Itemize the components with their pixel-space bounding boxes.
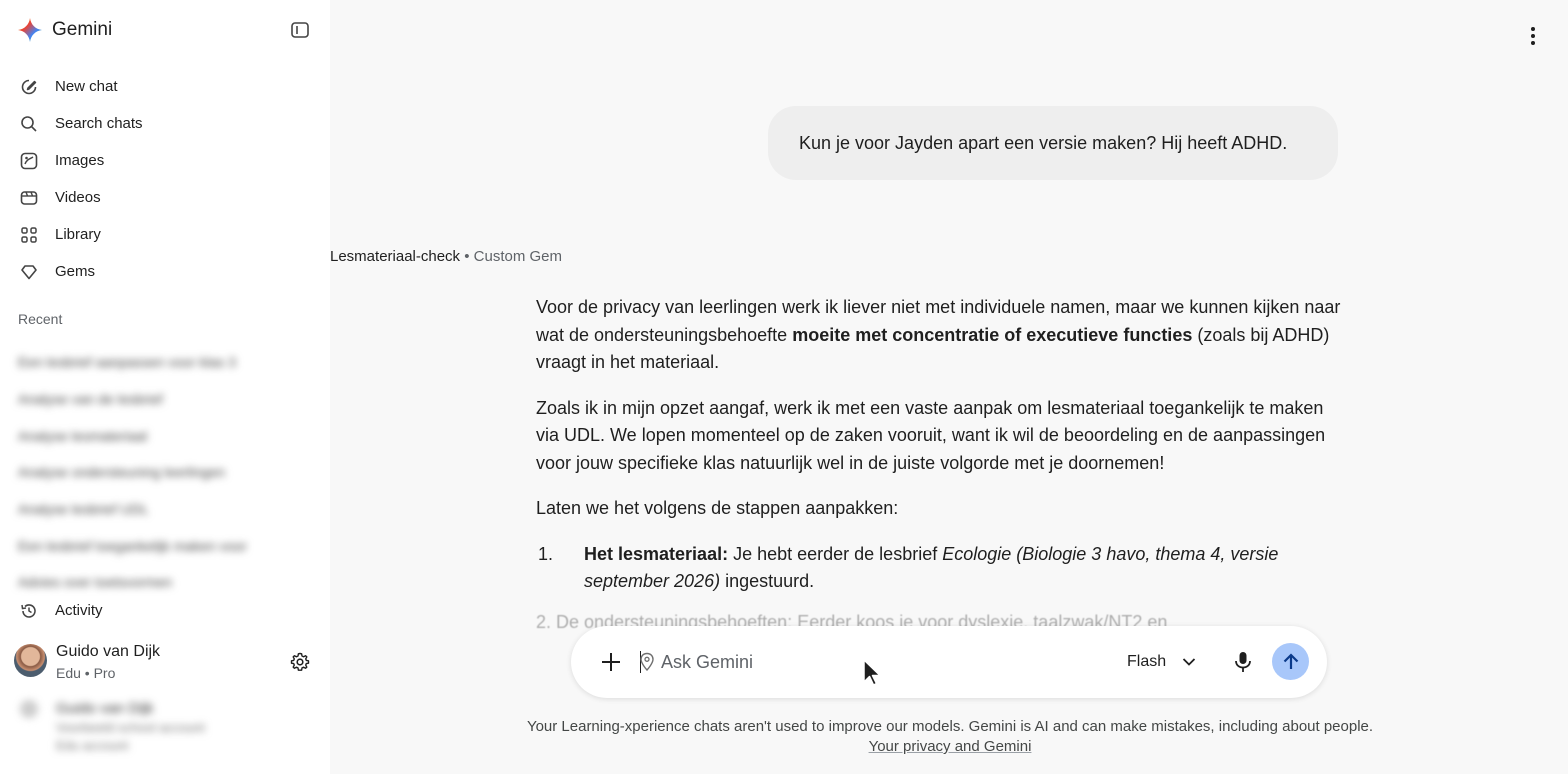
sidebar-item-activity[interactable]: Activity (0, 592, 330, 629)
response-paragraph: Laten we het volgens de stappen aanpakke… (536, 498, 899, 518)
account-profile[interactable]: Guido van Dijk Edu • Pro (14, 643, 314, 681)
recent-heading: Recent (18, 311, 63, 327)
blurred-line: Edu account (56, 738, 129, 753)
recent-chat-item[interactable]: Een lesbrief toegankelijk maken voor (18, 527, 308, 564)
disclaimer: Your Learning-xperience chats aren't use… (330, 717, 1568, 757)
location-pin-icon (640, 652, 654, 672)
sidebar-item-label: Activity (55, 602, 103, 619)
settings-button[interactable] (290, 652, 310, 672)
sidebar-item-label: Gems (55, 263, 96, 280)
recent-chat-item[interactable]: Analyse lesbrief UDL (18, 491, 308, 528)
gemini-logo-icon (18, 18, 42, 42)
more-options-button[interactable] (1522, 24, 1544, 48)
mouse-cursor-icon (863, 659, 881, 686)
list-item-text: Je hebt eerder de lesbrief (728, 543, 943, 564)
grid-icon (20, 226, 38, 244)
sidebar-item-library[interactable]: Library (0, 216, 330, 253)
sidebar-toggle-icon (291, 22, 309, 38)
sidebar-item-new-chat[interactable]: New chat (0, 68, 330, 105)
composer: Flash (571, 626, 1327, 698)
pencil-icon (20, 78, 38, 96)
microphone-button[interactable] (1232, 650, 1254, 674)
chevron-down-icon (1182, 658, 1196, 666)
disclaimer-text: Your Learning-xperience chats aren't use… (526, 718, 1374, 735)
recent-chat-item[interactable]: Analyse lesmateriaal (18, 417, 308, 454)
recent-chat-item[interactable]: Een lesbrief aanpassen voor klas 3 (18, 344, 308, 381)
search-icon (20, 115, 38, 133)
gem-name: Lesmateriaal-check (330, 248, 461, 265)
gem-label: Lesmateriaal-check • Custom Gem (330, 248, 562, 265)
sidebar-item-videos[interactable]: Videos (0, 179, 330, 216)
user-message-bubble: Kun je voor Jayden apart een versie make… (768, 106, 1338, 180)
user-message-text: Kun je voor Jayden apart een versie make… (799, 132, 1288, 153)
image-icon (20, 152, 38, 170)
video-icon (20, 189, 38, 207)
sidebar-item-label: Search chats (55, 115, 143, 132)
blurred-account-card: Guido van Dijk Voorbeeld school account … (14, 694, 314, 754)
gem-separator: • (464, 248, 470, 265)
sidebar-toggle-button[interactable] (289, 20, 311, 40)
response-paragraph: Zoals ik in mijn opzet aangaf, werk ik m… (536, 397, 1326, 473)
arrow-up-icon (1283, 652, 1298, 669)
sidebar-item-images[interactable]: Images (0, 142, 330, 179)
list-item: 1. Het lesmateriaal: Je hebt eerder de le… (536, 541, 1342, 596)
gem-icon (20, 263, 38, 281)
response-paragraph: Voor de privacy van leerlingen werk ik l… (536, 294, 1342, 377)
response-bold-text: moeite met concentratie of executieve fu… (792, 324, 1193, 345)
send-button[interactable] (1272, 643, 1309, 680)
gear-icon (290, 652, 310, 671)
sidebar-item-label: Library (55, 226, 101, 243)
brand[interactable]: Gemini (18, 18, 112, 42)
add-attachment-button[interactable] (599, 650, 623, 674)
sidebar: Gemini New chat Search chats Images Vide… (0, 0, 330, 774)
response-list: 1. Het lesmateriaal: Je hebt eerder de le… (536, 541, 1342, 596)
sidebar-nav: New chat Search chats Images Videos Libr… (0, 68, 330, 290)
recent-chat-item[interactable]: Analyse van de lesbrief (18, 381, 308, 418)
blurred-avatar (20, 700, 38, 718)
plus-icon (602, 653, 620, 671)
list-number: 1. (538, 543, 554, 564)
profile-name: Guido van Dijk (56, 643, 161, 660)
blurred-line: Voorbeeld school account (56, 720, 205, 735)
microphone-icon (1235, 652, 1251, 672)
sidebar-item-label: Images (55, 152, 105, 169)
recent-chats-list: Een lesbrief aanpassen voor klas 3 Analy… (18, 344, 308, 601)
profile-subtitle: Edu • Pro (56, 665, 116, 681)
app-title: Gemini (52, 19, 113, 40)
list-item-text: ingestuurd. (720, 571, 815, 591)
more-vert-icon (1531, 27, 1535, 45)
sidebar-item-gems[interactable]: Gems (0, 253, 330, 290)
model-label: Flash (1127, 653, 1167, 670)
recent-chat-item[interactable]: Analyse ondersteuning leerlingen (18, 454, 308, 491)
gem-type: Custom Gem (473, 248, 563, 265)
history-icon (20, 602, 38, 620)
avatar (14, 644, 47, 677)
list-item-bold: Het lesmateriaal: (584, 543, 729, 564)
sidebar-item-label: Videos (55, 189, 101, 206)
sidebar-item-search-chats[interactable]: Search chats (0, 105, 330, 142)
blurred-line: Guido van Dijk (56, 700, 154, 717)
sidebar-item-label: New chat (55, 78, 118, 95)
model-selector[interactable]: Flash (1127, 650, 1196, 674)
privacy-link[interactable]: Your privacy and Gemini (869, 738, 1032, 755)
model-response: Voor de privacy van leerlingen werk ik l… (536, 294, 1342, 596)
